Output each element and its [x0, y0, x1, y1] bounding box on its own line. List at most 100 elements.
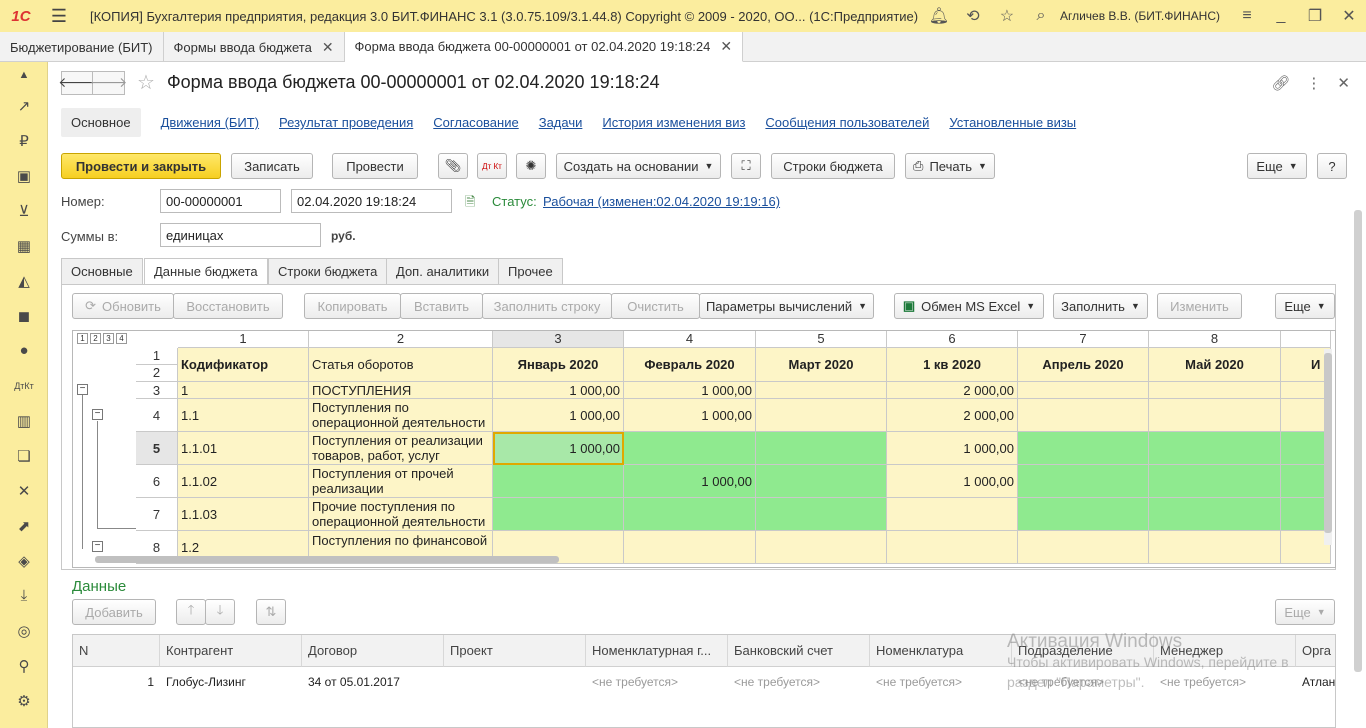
col-n[interactable]: N [73, 635, 160, 667]
copy-button[interactable]: Копировать [304, 293, 401, 319]
cell-feb[interactable]: 1 000,00 [624, 465, 756, 498]
col-contract[interactable]: Договор [302, 635, 444, 667]
person-icon[interactable]: ● [0, 333, 48, 368]
add-button[interactable]: Добавить [72, 599, 156, 625]
cell-apr[interactable] [1018, 399, 1149, 432]
dt-kt-icon[interactable]: ДтКт [0, 368, 48, 403]
cell-q1[interactable]: 1 000,00 [887, 432, 1018, 465]
forward-button[interactable]: 🡒 [90, 70, 127, 95]
number-field[interactable]: 00-00000001 [160, 189, 281, 213]
collapse-arrow-icon[interactable]: ▲ [0, 62, 48, 88]
tab-other[interactable]: Прочее [498, 258, 563, 284]
cell-code[interactable]: 1.1.03 [178, 498, 309, 531]
cell-code[interactable]: 1.1.01 [178, 432, 309, 465]
tab-budgeting[interactable]: Бюджетирование (БИТ) [0, 32, 164, 62]
link-installed-visas[interactable]: Установленные визы [949, 115, 1076, 130]
restore-icon[interactable]: ❐ [1298, 0, 1332, 32]
cell-article[interactable]: Прочие поступления по операционной деяте… [309, 498, 493, 531]
bar-chart-icon[interactable]: ▥ [0, 403, 48, 438]
help-button[interactable]: ? [1317, 153, 1347, 179]
link-movements[interactable]: Движения (БИТ) [161, 115, 259, 130]
favorites-star-icon[interactable]: ☆ [990, 0, 1024, 32]
more-vertical-icon[interactable]: ⋮ [1306, 74, 1321, 92]
cell-nom-group[interactable]: <не требуется> [586, 667, 728, 697]
cell-jan[interactable] [493, 465, 624, 498]
cell-jan[interactable]: 1 000,00 [493, 382, 624, 399]
search-icon[interactable]: ⌕ [1024, 0, 1058, 32]
cell-feb[interactable] [624, 432, 756, 465]
cell-code[interactable]: 1.1 [178, 399, 309, 432]
cell-may[interactable] [1149, 465, 1281, 498]
collapse-toggle-icon[interactable]: − [77, 384, 88, 395]
link-user-messages[interactable]: Сообщения пользователей [765, 115, 929, 130]
cell-code[interactable]: 1.1.02 [178, 465, 309, 498]
user-name[interactable]: Агличев В.В. (БИТ.ФИНАНС) [1060, 9, 1220, 23]
change-button[interactable]: Изменить [1157, 293, 1242, 319]
download-icon[interactable]: ⤓ [0, 578, 48, 613]
col-bank-account[interactable]: Банковский счет [728, 635, 870, 667]
budget-grid[interactable]: 1 2 3 4 1 2 3 4 5 6 7 8 1 2 Кодификатор … [72, 330, 1336, 568]
tab-budget-rows[interactable]: Строки бюджета [268, 258, 388, 284]
refresh-button[interactable]: ⟳ Обновить [72, 293, 174, 319]
level-button[interactable]: 1 [77, 333, 88, 344]
history-icon[interactable]: ⟲ [956, 0, 990, 32]
post-button[interactable]: Провести [332, 153, 418, 179]
print-button[interactable]: ⎙ Печать ▼ [905, 153, 995, 179]
cell-feb[interactable]: 1 000,00 [624, 399, 756, 432]
link-icon[interactable]: 🔗︎ [1271, 74, 1290, 92]
save-button[interactable]: Записать [231, 153, 313, 179]
col-manager[interactable]: Менеджер [1154, 635, 1296, 667]
close-form-icon[interactable]: ✕ [1337, 74, 1350, 92]
bell-icon[interactable]: 🔔︎ [922, 0, 956, 32]
tab-extra-analytics[interactable]: Доп. аналитики [386, 258, 500, 284]
truck-icon[interactable]: ◼ [0, 298, 48, 333]
cell-mar[interactable] [756, 498, 887, 531]
cell-apr[interactable] [1018, 432, 1149, 465]
cell-q1[interactable] [887, 498, 1018, 531]
gear-icon[interactable]: ⚙ [0, 683, 48, 718]
cell-mar[interactable] [756, 432, 887, 465]
cell-jan[interactable]: 1 000,00 [493, 399, 624, 432]
chart-trend-icon[interactable]: ↗ [0, 88, 48, 123]
col-project[interactable]: Проект [444, 635, 586, 667]
col-counterparty[interactable]: Контрагент [160, 635, 302, 667]
create-based-button[interactable]: Создать на основании ▼ [556, 153, 721, 179]
budget-rows-button[interactable]: Строки бюджета [771, 153, 895, 179]
grid-vertical-scrollbar[interactable] [1324, 349, 1332, 545]
clear-button[interactable]: Очистить [611, 293, 700, 319]
cell-organization[interactable]: Атлан [1296, 667, 1335, 697]
back-button[interactable]: 🡐 [58, 70, 96, 95]
money-icon[interactable]: ₽ [0, 123, 48, 158]
cell-apr[interactable] [1018, 465, 1149, 498]
1c-logo[interactable]: 1С [0, 0, 42, 32]
growth-chart-icon[interactable]: ⬈ [0, 508, 48, 543]
cell-article[interactable]: Поступления от прочей реализации [309, 465, 493, 498]
coins-icon[interactable]: ◈ [0, 543, 48, 578]
post-and-close-button[interactable]: Провести и закрыть [61, 153, 221, 179]
close-window-icon[interactable]: ✕ [1332, 0, 1366, 32]
collapse-toggle-icon[interactable]: − [92, 409, 103, 420]
minimize-icon[interactable]: _ [1264, 0, 1298, 32]
move-down-icon[interactable]: 🡓 [205, 599, 235, 625]
tab-budget-forms[interactable]: Формы ввода бюджета ✕ [164, 32, 345, 62]
grid-scroll-thumb[interactable] [1324, 353, 1332, 533]
settings-menu-icon[interactable]: ≡ [1230, 0, 1264, 32]
cell-mar[interactable] [756, 465, 887, 498]
col-nomenclature[interactable]: Номенклатура [870, 635, 1012, 667]
menu-icon[interactable]: ☰ [42, 0, 76, 32]
cell-apr[interactable] [1018, 498, 1149, 531]
excel-exchange-button[interactable]: ▣ Обмен MS Excel ▼ [894, 293, 1044, 319]
production-icon[interactable]: ◭ [0, 263, 48, 298]
cell-may[interactable] [1149, 498, 1281, 531]
tab-budget-form-doc[interactable]: Форма ввода бюджета 00-00000001 от 02.04… [344, 32, 744, 62]
link-approval[interactable]: Согласование [433, 115, 518, 130]
bag-icon[interactable]: ▣ [0, 158, 48, 193]
close-tab-icon[interactable]: ✕ [720, 38, 732, 55]
fill-row-button[interactable]: Заполнить строку [482, 293, 612, 319]
sums-field[interactable]: единицах [160, 223, 321, 247]
col-division[interactable]: Подразделение [1012, 635, 1154, 667]
more-button[interactable]: Еще ▼ [1247, 153, 1307, 179]
sort-icon[interactable]: ⇅ [256, 599, 286, 625]
grid-more-button[interactable]: Еще ▼ [1275, 293, 1335, 319]
fullscreen-icon[interactable]: ⛶ [731, 153, 761, 179]
